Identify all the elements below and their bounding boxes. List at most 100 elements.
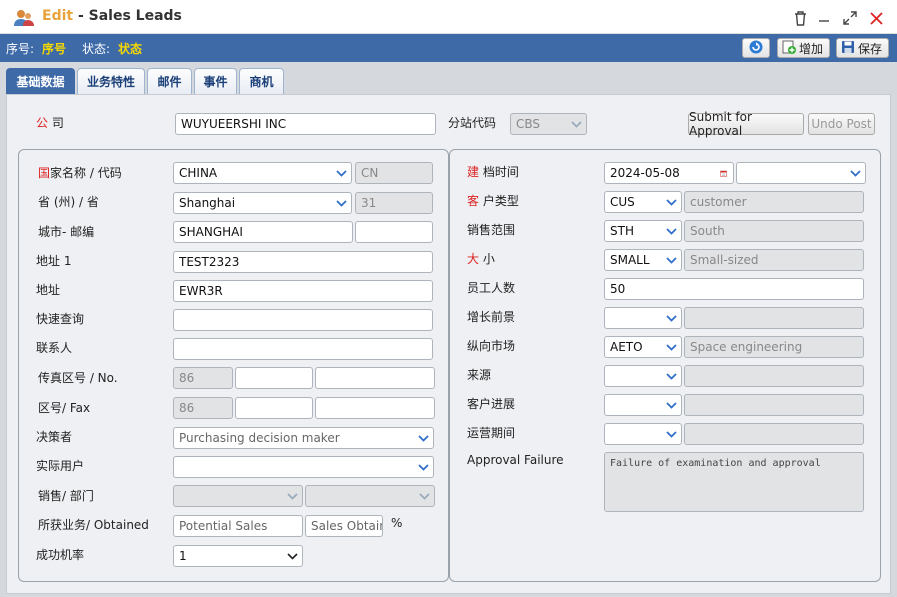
calendar-icon[interactable] — [713, 163, 733, 183]
company-label: 公 司 — [36, 116, 64, 130]
source-label: 来源 — [467, 368, 492, 382]
title-name: Sales Leads — [88, 8, 182, 24]
area-code-input[interactable] — [235, 397, 313, 419]
operating-period-desc — [684, 423, 864, 445]
window-title: Edit - Sales Leads — [42, 8, 182, 24]
customer-progress-select[interactable] — [604, 394, 682, 416]
city-label: 城市- 邮编 — [38, 225, 95, 239]
title-separator: - — [73, 8, 89, 24]
fax-country-code: 86 — [173, 367, 233, 389]
save-icon — [841, 40, 855, 57]
tab-opportunities[interactable]: 商机 — [239, 68, 284, 94]
growth-select[interactable] — [604, 307, 682, 329]
sales-range-label: 销售范围 — [467, 223, 516, 237]
address1-label: 地址 1 — [36, 254, 72, 268]
size-code: SMALL — [610, 253, 650, 267]
title-bar: Edit - Sales Leads — [0, 0, 897, 34]
fax-number-input[interactable] — [315, 367, 435, 389]
success-rate-value: 1 — [179, 549, 187, 563]
add-label: 增加 — [799, 41, 824, 56]
employees-input[interactable]: 50 — [604, 278, 864, 300]
country-select[interactable]: CHINA — [173, 162, 352, 184]
customer-progress-label: 客户进展 — [467, 397, 516, 411]
area-fax-label: 区号/ Fax — [38, 401, 91, 415]
operating-period-select[interactable] — [604, 423, 682, 445]
actual-user-label: 实际用户 — [36, 459, 85, 473]
success-rate-select[interactable]: 1 — [173, 545, 303, 567]
success-rate-label: 成功机率 — [36, 548, 85, 562]
address-label: 地址 — [36, 283, 61, 297]
trash-icon[interactable] — [791, 9, 809, 27]
customer-type-select[interactable]: CUS — [604, 191, 682, 213]
sales-select[interactable] — [173, 485, 303, 507]
created-time-select[interactable] — [736, 162, 866, 184]
chevron-down-icon — [661, 366, 681, 386]
sales-dept-label: 销售/ 部门 — [38, 489, 94, 503]
refresh-button[interactable] — [742, 38, 770, 58]
actual-user-select[interactable] — [173, 456, 434, 478]
quick-search-input[interactable] — [173, 309, 433, 331]
add-button[interactable]: 增加 — [777, 38, 830, 58]
chevron-down-icon — [845, 163, 865, 183]
fax-area-input[interactable] — [235, 367, 313, 389]
chevron-down-icon — [282, 546, 302, 566]
customer-type-label: 客 户类型 — [467, 194, 519, 208]
status-value: 状态 — [118, 42, 143, 56]
sales-range-code: STH — [610, 224, 634, 238]
tab-events[interactable]: 事件 — [194, 68, 237, 94]
province-value: Shanghai — [179, 196, 236, 210]
vertical-market-select[interactable]: AETO — [604, 336, 682, 358]
obtained-label: 所获业务/ Obtained — [38, 518, 149, 532]
save-label: 保存 — [858, 41, 883, 56]
undo-post-button[interactable]: Undo Post — [808, 113, 875, 135]
source-select[interactable] — [604, 365, 682, 387]
basic-data-panel: 公 司 WUYUEERSHI INC 分站代码 CBS Submit for A… — [6, 94, 891, 594]
tab-basic-data[interactable]: 基础数据 — [6, 68, 75, 94]
chevron-down-icon — [331, 163, 351, 183]
tab-mail[interactable]: 邮件 — [147, 68, 192, 94]
close-icon[interactable] — [867, 9, 885, 27]
approval-failure-textarea[interactable]: Failure of examination and approval — [604, 452, 864, 512]
sales-obtained-input[interactable]: Sales Obtained — [305, 515, 383, 537]
chevron-down-icon — [413, 428, 433, 448]
contact-input[interactable] — [173, 338, 433, 360]
sales-range-select[interactable]: STH — [604, 220, 682, 242]
potential-sales-input[interactable]: Potential Sales — [173, 515, 303, 537]
address1-input[interactable]: TEST2323 — [173, 251, 433, 273]
chevron-down-icon — [566, 114, 586, 134]
size-desc: Small-sized — [684, 249, 864, 271]
seq-value: 序号 — [42, 42, 67, 56]
created-date-input[interactable]: 2024-05-08 — [604, 162, 734, 184]
site-code-select[interactable]: CBS — [510, 113, 587, 135]
created-date-value: 2024-05-08 — [610, 166, 680, 180]
save-button[interactable]: 保存 — [836, 38, 889, 58]
submit-approval-button[interactable]: Submit for Approval — [688, 110, 804, 138]
country-value: CHINA — [179, 166, 218, 180]
chevron-down-icon — [661, 250, 681, 270]
company-input[interactable]: WUYUEERSHI INC — [175, 113, 436, 135]
province-select[interactable]: Shanghai — [173, 192, 352, 214]
created-time-label: 建 档时间 — [467, 165, 519, 179]
decision-maker-select[interactable]: Purchasing decision maker — [173, 427, 434, 449]
title-mode: Edit — [42, 8, 74, 24]
maximize-icon[interactable] — [841, 9, 859, 27]
zip-input[interactable] — [355, 221, 433, 243]
source-desc — [684, 365, 864, 387]
area-fax-input[interactable] — [315, 397, 435, 419]
size-select[interactable]: SMALL — [604, 249, 682, 271]
tab-business-features[interactable]: 业务特性 — [77, 68, 145, 94]
chevron-down-icon — [413, 457, 433, 477]
info-bar: 序号: 序号 状态: 状态 增加 保存 — [0, 34, 897, 62]
address-input[interactable]: EWR3R — [173, 280, 433, 302]
size-label: 大 小 — [467, 252, 495, 266]
users-icon — [14, 9, 34, 27]
dept-select[interactable] — [305, 485, 435, 507]
percent-sign: % — [391, 516, 403, 530]
vertical-market-desc: Space engineering — [684, 336, 864, 358]
chevron-down-icon — [282, 486, 302, 506]
sales-range-desc: South — [684, 220, 864, 242]
contact-label: 联系人 — [36, 341, 73, 355]
city-input[interactable]: SHANGHAI — [173, 221, 353, 243]
area-country-code: 86 — [173, 397, 233, 419]
minimize-icon[interactable] — [815, 9, 833, 27]
